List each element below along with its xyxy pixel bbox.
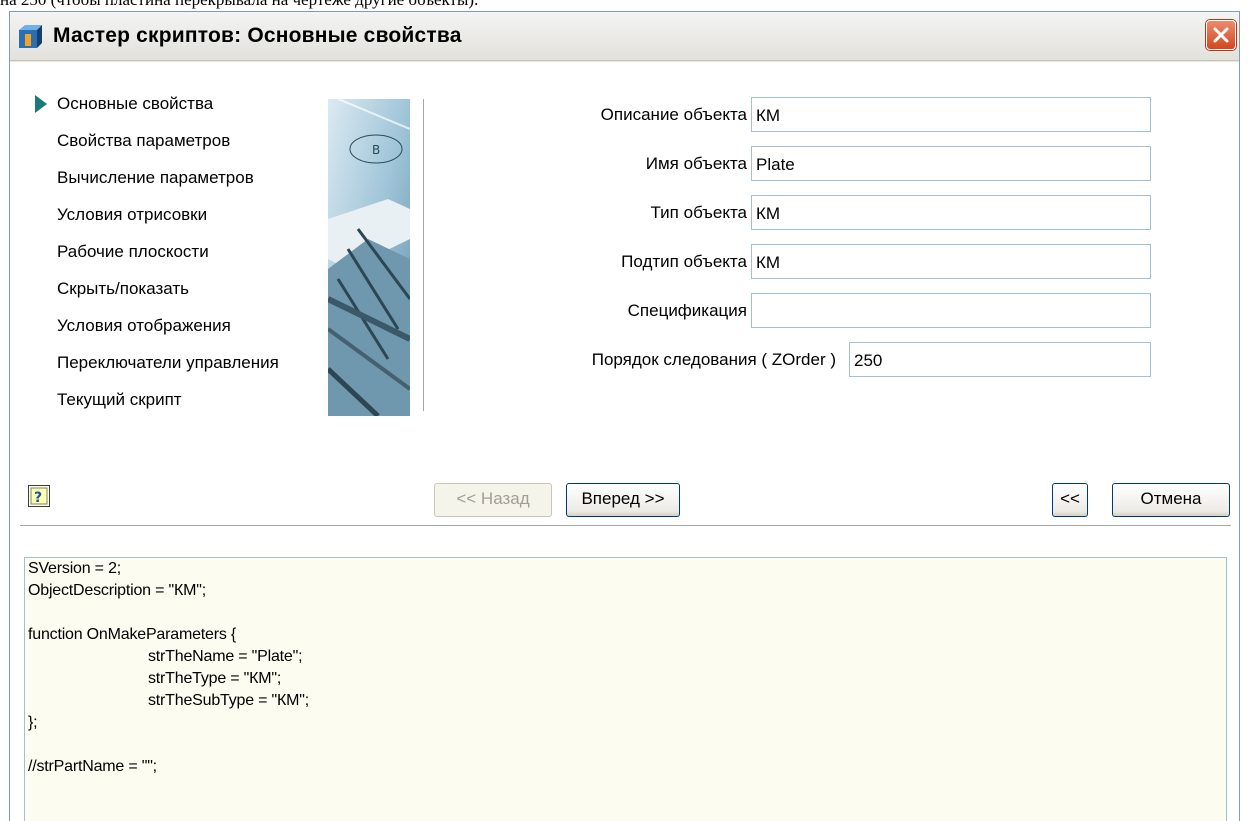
subtype-label: Подтип объекта: [621, 252, 747, 271]
document-caption: на 250 (чтобы пластина перекрывала на че…: [0, 0, 1248, 9]
subtype-field[interactable]: [751, 244, 1151, 279]
name-label: Имя объекта: [645, 154, 747, 173]
collapse-button[interactable]: <<: [1052, 483, 1088, 517]
script-wizard-window: Мастер скриптов: Основные свойства Основ…: [9, 11, 1240, 821]
help-button[interactable]: ?: [28, 485, 50, 507]
close-icon: [1213, 27, 1229, 43]
script-line: function OnMakeParameters {: [28, 626, 237, 643]
next-button[interactable]: Вперед >>: [566, 483, 680, 517]
script-line: };: [28, 714, 38, 731]
zorder-field[interactable]: [849, 342, 1151, 377]
script-line: strTheSubType = "КМ";: [148, 692, 309, 709]
cancel-button[interactable]: Отмена: [1112, 483, 1230, 517]
description-label: Описание объекта: [600, 105, 747, 124]
script-line: //strPartName = "";: [28, 758, 157, 775]
specification-row: Спецификация: [10, 293, 1160, 328]
specification-label: Спецификация: [627, 301, 747, 320]
type-row: Тип объекта: [10, 195, 1160, 230]
script-line: [25, 734, 1226, 756]
zorder-label: Порядок следования ( ZOrder ): [591, 350, 836, 369]
svg-text:?: ?: [34, 490, 42, 506]
script-line: strTheName = "Plate";: [148, 648, 303, 665]
script-line: [25, 602, 1226, 624]
script-line: strTheType = "КМ";: [148, 670, 282, 687]
title-bar[interactable]: Мастер скриптов: Основные свойства: [10, 12, 1239, 61]
script-line: ObjectDescription = "КМ";: [28, 582, 206, 599]
name-row: Имя объекта: [10, 146, 1160, 181]
app-icon: [19, 25, 42, 48]
horizontal-divider: [20, 525, 1231, 527]
wizard-content: Основные свойства Свойства параметров Вы…: [10, 62, 1239, 821]
description-field[interactable]: [751, 97, 1151, 132]
type-label: Тип объекта: [650, 203, 747, 222]
script-editor[interactable]: SVersion = 2; ObjectDescription = "КМ"; …: [24, 557, 1227, 821]
script-line: SVersion = 2;: [28, 560, 122, 577]
help-icon: ?: [30, 487, 48, 506]
name-field[interactable]: [751, 146, 1151, 181]
subtype-row: Подтип объекта: [10, 244, 1160, 279]
type-field[interactable]: [751, 195, 1151, 230]
nav-item-label: Текущий скрипт: [57, 390, 182, 409]
specification-field[interactable]: [751, 293, 1151, 328]
description-row: Описание объекта: [10, 97, 1160, 132]
window-title: Мастер скриптов: Основные свойства: [53, 24, 462, 47]
close-button[interactable]: [1206, 20, 1236, 50]
nav-item-current-script[interactable]: Текущий скрипт: [32, 390, 332, 427]
back-button[interactable]: << Назад: [434, 483, 552, 517]
zorder-row: Порядок следования ( ZOrder ): [10, 342, 1160, 377]
